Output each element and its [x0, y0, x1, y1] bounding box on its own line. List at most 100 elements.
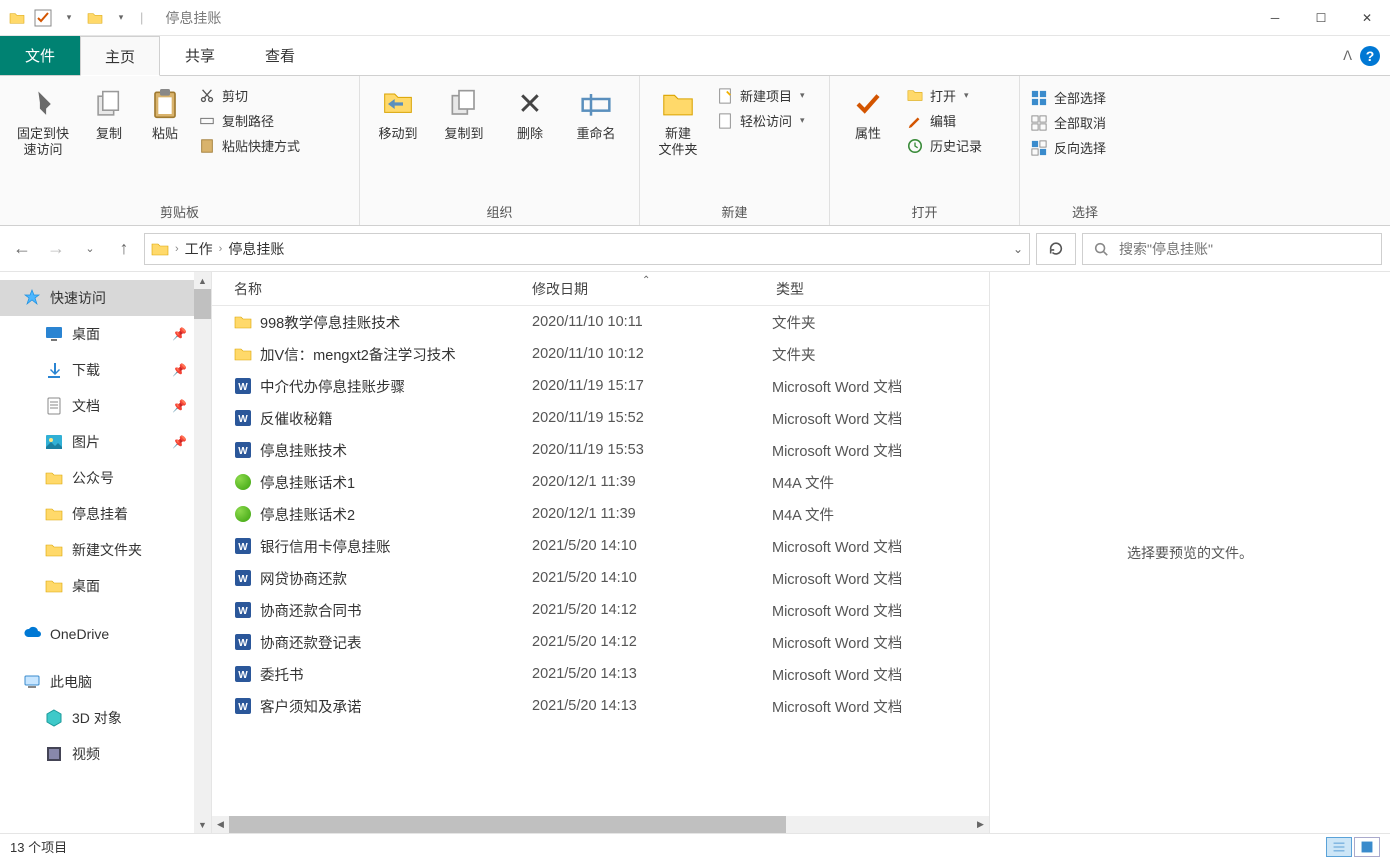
qat-dropdown-icon[interactable]: ▾	[110, 7, 132, 29]
copypath-button[interactable]: 复制路径	[198, 111, 300, 130]
open-button[interactable]: 打开▾	[906, 86, 982, 105]
file-type: 文件夹	[772, 344, 989, 365]
easy-access-button[interactable]: 轻松访问▾	[716, 111, 805, 130]
file-date: 2020/11/19 15:53	[532, 442, 772, 458]
cut-button[interactable]: 剪切	[198, 86, 300, 105]
file-row[interactable]: 银行信用卡停息挂账2021/5/20 14:10Microsoft Word 文…	[212, 530, 989, 562]
qat-folder-icon[interactable]	[6, 7, 28, 29]
paste-shortcut-button[interactable]: 粘贴快捷方式	[198, 136, 300, 155]
up-button[interactable]: ↑	[110, 235, 138, 263]
edit-button[interactable]: 编辑	[906, 111, 982, 130]
paste-button[interactable]: 粘贴	[138, 80, 192, 148]
moveto-button[interactable]: 移动到	[366, 80, 430, 148]
scrollbar-thumb[interactable]	[194, 289, 211, 319]
file-date: 2021/5/20 14:12	[532, 634, 772, 650]
horizontal-scrollbar[interactable]: ◀ ▶	[212, 816, 989, 833]
history-button[interactable]: 历史记录	[906, 136, 982, 155]
file-date: 2020/11/19 15:52	[532, 410, 772, 426]
file-row[interactable]: 客户须知及承诺2021/5/20 14:13Microsoft Word 文档	[212, 690, 989, 722]
navpane-scrollbar[interactable]: ▲ ▼	[194, 272, 211, 833]
scroll-down-icon[interactable]: ▼	[194, 816, 211, 833]
search-input[interactable]	[1119, 241, 1371, 257]
file-row[interactable]: 停息挂账话术22020/12/1 11:39M4A 文件	[212, 498, 989, 530]
copy-button[interactable]: 复制	[82, 80, 136, 148]
qat-caret-icon[interactable]: ▾	[58, 7, 80, 29]
select-none-button[interactable]: 全部取消	[1030, 113, 1106, 132]
back-button[interactable]: ←	[8, 235, 36, 263]
chevron-right-icon[interactable]: ›	[173, 243, 181, 255]
scroll-up-icon[interactable]: ▲	[194, 272, 211, 289]
scrollbar-thumb[interactable]	[229, 816, 786, 833]
nav-folder-new[interactable]: 新建文件夹	[0, 532, 211, 568]
new-folder-button[interactable]: 新建 文件夹	[646, 80, 710, 165]
file-name: 协商还款合同书	[260, 600, 362, 621]
maximize-button[interactable]: ☐	[1298, 0, 1344, 36]
forward-button[interactable]: →	[42, 235, 70, 263]
file-row[interactable]: 加V信：mengxt2备注学习技术2020/11/10 10:12文件夹	[212, 338, 989, 370]
file-row[interactable]: 停息挂账话术12020/12/1 11:39M4A 文件	[212, 466, 989, 498]
file-type: Microsoft Word 文档	[772, 376, 989, 397]
file-row[interactable]: 协商还款登记表2021/5/20 14:12Microsoft Word 文档	[212, 626, 989, 658]
breadcrumb-item[interactable]: 停息挂账	[228, 239, 284, 259]
nav-folder-gzh[interactable]: 公众号	[0, 460, 211, 496]
new-item-button[interactable]: 新建项目▾	[716, 86, 805, 105]
file-row[interactable]: 998教学停息挂账技术2020/11/10 10:11文件夹	[212, 306, 989, 338]
copyto-button[interactable]: 复制到	[432, 80, 496, 148]
tab-file[interactable]: 文件	[0, 36, 80, 75]
pin-to-quickaccess-button[interactable]: 固定到快 速访问	[6, 80, 80, 165]
view-details-button[interactable]	[1326, 837, 1352, 857]
scroll-left-icon[interactable]: ◀	[212, 816, 229, 833]
qat-current-folder-icon	[84, 7, 106, 29]
nav-folder-txgz[interactable]: 停息挂着	[0, 496, 211, 532]
nav-onedrive[interactable]: OneDrive	[0, 616, 211, 652]
file-icon	[234, 473, 252, 491]
close-button[interactable]: ✕	[1344, 0, 1390, 36]
file-row[interactable]: 停息挂账技术2020/11/19 15:53Microsoft Word 文档	[212, 434, 989, 466]
file-icon	[234, 665, 252, 683]
file-row[interactable]: 中介代办停息挂账步骤2020/11/19 15:17Microsoft Word…	[212, 370, 989, 402]
recent-locations-button[interactable]: ⌄	[76, 235, 104, 263]
view-large-icons-button[interactable]	[1354, 837, 1380, 857]
file-row[interactable]: 委托书2021/5/20 14:13Microsoft Word 文档	[212, 658, 989, 690]
ribbon-collapse-icon[interactable]: ᐱ	[1343, 48, 1352, 64]
tab-share[interactable]: 共享	[160, 36, 240, 75]
column-date[interactable]: 修改日期⌃	[532, 279, 772, 299]
nav-quickaccess[interactable]: 快速访问	[0, 280, 211, 316]
file-row[interactable]: 协商还款合同书2021/5/20 14:12Microsoft Word 文档	[212, 594, 989, 626]
column-name[interactable]: 名称	[212, 279, 532, 299]
invert-selection-button[interactable]: 反向选择	[1030, 138, 1106, 157]
window-title: 停息挂账	[165, 8, 221, 28]
rename-button[interactable]: 重命名	[564, 80, 628, 148]
file-name: 客户须知及承诺	[260, 696, 362, 717]
qat-checkbox-icon[interactable]	[32, 7, 54, 29]
breadcrumb-item[interactable]: 工作	[185, 239, 213, 259]
nav-thispc[interactable]: 此电脑	[0, 664, 211, 700]
address-dropdown-icon[interactable]: ⌄	[1013, 242, 1023, 256]
select-all-button[interactable]: 全部选择	[1030, 88, 1106, 107]
pin-icon: 📌	[172, 399, 187, 413]
address-box[interactable]: › 工作 › 停息挂账 ⌄	[144, 233, 1030, 265]
nav-pictures[interactable]: 图片📌	[0, 424, 211, 460]
search-icon	[1093, 241, 1109, 257]
delete-button[interactable]: ✕删除	[498, 80, 562, 148]
tab-home[interactable]: 主页	[80, 36, 160, 76]
nav-3dobjects[interactable]: 3D 对象	[0, 700, 211, 736]
refresh-button[interactable]	[1036, 233, 1076, 265]
open-group-label: 打开	[836, 198, 1013, 225]
search-box[interactable]	[1082, 233, 1382, 265]
nav-videos[interactable]: 视频	[0, 736, 211, 772]
column-type[interactable]: 类型	[772, 279, 989, 299]
chevron-right-icon[interactable]: ›	[217, 243, 225, 255]
tab-view[interactable]: 查看	[240, 36, 320, 75]
navigation-pane: 快速访问 桌面📌 下载📌 文档📌 图片📌 公众号 停息挂着 新建文件夹 桌面 O…	[0, 272, 212, 833]
nav-downloads[interactable]: 下载📌	[0, 352, 211, 388]
properties-button[interactable]: 属性	[836, 80, 900, 148]
scroll-right-icon[interactable]: ▶	[972, 816, 989, 833]
nav-desktop[interactable]: 桌面📌	[0, 316, 211, 352]
help-icon[interactable]: ?	[1360, 46, 1380, 66]
file-row[interactable]: 反催收秘籍2020/11/19 15:52Microsoft Word 文档	[212, 402, 989, 434]
file-row[interactable]: 网贷协商还款2021/5/20 14:10Microsoft Word 文档	[212, 562, 989, 594]
minimize-button[interactable]: ─	[1252, 0, 1298, 36]
nav-folder-desktop2[interactable]: 桌面	[0, 568, 211, 604]
nav-documents[interactable]: 文档📌	[0, 388, 211, 424]
